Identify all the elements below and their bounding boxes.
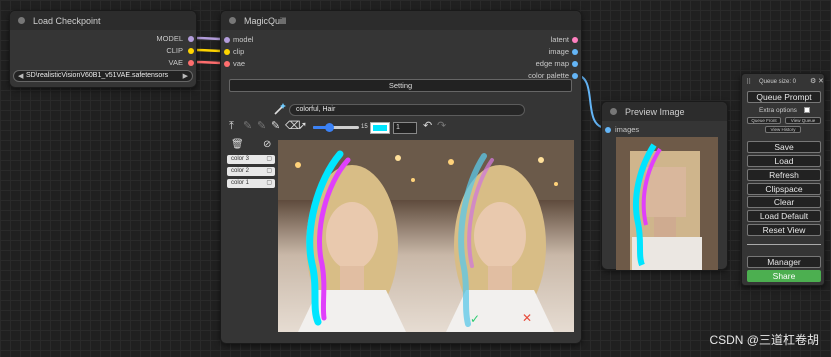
input-port-clip[interactable] [224, 49, 230, 55]
ckpt-name-combo[interactable]: ◀ SD\realisticVisionV60B1_v51VAE.safeten… [13, 70, 193, 82]
result-canvas: ✓ ✕ [426, 140, 574, 332]
node-title-bar[interactable]: MagicQuill [221, 11, 581, 30]
preview-image-art [616, 137, 718, 270]
magic-wand-icon[interactable] [273, 102, 287, 118]
input-label-images: images [615, 125, 640, 134]
undo-icon[interactable]: ↶ [423, 120, 432, 132]
collapse-dot-icon[interactable] [610, 108, 617, 115]
drag-handle-icon[interactable]: ⠿ [746, 78, 751, 86]
divider [747, 244, 821, 245]
output-label-image: image [548, 47, 569, 56]
close-icon[interactable]: ✕ [818, 77, 824, 85]
output-port-edge-map[interactable] [572, 61, 578, 67]
layer-delete-icon[interactable]: ▢ [266, 179, 272, 188]
layer-label: color 1 [231, 180, 250, 186]
layer-label: color 3 [231, 156, 250, 162]
slider-thumb[interactable] [325, 123, 334, 132]
share-button[interactable]: Share [747, 270, 821, 282]
watermark: CSDN @三道杠卷胡 [709, 333, 819, 347]
swatch-fill [373, 125, 387, 131]
output-port-latent[interactable] [572, 37, 578, 43]
output-port-model[interactable] [188, 36, 194, 42]
extra-options-label: Extra options [759, 107, 797, 114]
brush-size-value: 15 [361, 124, 368, 130]
layer-delete-icon[interactable]: ▢ [266, 155, 272, 164]
settings-gear-icon[interactable]: ⚙ [810, 77, 816, 85]
save-button[interactable]: Save [747, 141, 821, 153]
collapse-dot-icon[interactable] [18, 17, 25, 24]
accept-check-icon[interactable]: ✓ [470, 312, 480, 326]
layer-label: color 2 [231, 168, 250, 174]
input-label-model: model [233, 35, 254, 44]
upload-icon[interactable]: ⤒ [229, 120, 234, 132]
visibility-toggle-icon[interactable]: ⊘ [263, 139, 271, 151]
output-label-edge-map: edge map [535, 59, 569, 68]
setting-button[interactable]: Setting [229, 79, 572, 92]
layer-item[interactable]: color 3 ▢ [227, 155, 275, 164]
output-label-model: MODEL [156, 34, 183, 43]
edit-canvas-art [278, 140, 426, 332]
preview-image-node[interactable]: Preview Image images [601, 101, 728, 270]
magicquill-node[interactable]: MagicQuill model clip vae latent image e… [220, 10, 582, 344]
collapse-dot-icon[interactable] [229, 17, 236, 24]
load-default-button[interactable]: Load Default [747, 210, 821, 222]
view-history-button[interactable]: View History [765, 126, 801, 133]
input-label-clip: clip [233, 47, 245, 56]
output-label-vae: VAE [168, 58, 183, 67]
output-port-clip[interactable] [188, 48, 194, 54]
load-checkpoint-node[interactable]: Load Checkpoint MODEL CLIP VAE ◀ SD\real… [9, 10, 197, 88]
reject-x-icon[interactable]: ✕ [522, 311, 532, 325]
input-label-vae: vae [233, 59, 246, 68]
combo-right-arrow-icon[interactable]: ▶ [183, 72, 188, 80]
queue-prompt-button[interactable]: Queue Prompt [747, 91, 821, 103]
redo-icon[interactable]: ↷ [437, 120, 446, 132]
manager-button[interactable]: Manager [747, 256, 821, 268]
brush-color-swatch[interactable] [370, 122, 390, 134]
node-title-bar[interactable]: Load Checkpoint [10, 11, 196, 30]
input-port-images[interactable] [605, 127, 611, 133]
output-port-vae[interactable] [188, 60, 194, 66]
input-port-model[interactable] [224, 37, 230, 43]
edit-canvas[interactable] [278, 140, 426, 332]
layer-delete-icon[interactable]: ▢ [266, 167, 272, 176]
output-label-clip: CLIP [166, 46, 183, 55]
reset-view-button[interactable]: Reset View [747, 224, 821, 236]
subtract-brush-icon[interactable]: ✎ [257, 120, 266, 132]
layer-item[interactable]: color 2 ▢ [227, 167, 275, 176]
alpha-input[interactable]: 1 [393, 122, 417, 134]
color-brush-icon[interactable]: ✎ [271, 120, 280, 132]
pointer-icon[interactable]: ➚ [298, 120, 307, 132]
output-label-latent: latent [550, 35, 569, 44]
refresh-button[interactable]: Refresh [747, 169, 821, 181]
output-port-image[interactable] [572, 49, 578, 55]
input-port-vae[interactable] [224, 61, 230, 67]
node-title-bar[interactable]: Preview Image [602, 102, 727, 121]
clipspace-button[interactable]: Clipspace [747, 183, 821, 195]
node-title: Load Checkpoint [33, 15, 101, 26]
queue-panel[interactable]: ⠿ Queue size: 0 ⚙ ✕ Queue Prompt Extra o… [741, 73, 825, 286]
prompt-input[interactable]: colorful, Hair [289, 104, 525, 116]
node-title: MagicQuill [244, 15, 287, 26]
layer-item[interactable]: color 1 ▢ [227, 179, 275, 188]
output-port-color-palette[interactable] [572, 73, 578, 79]
alpha-value: 1 [396, 124, 400, 131]
load-button[interactable]: Load [747, 155, 821, 167]
queue-size-label: Queue size: 0 [759, 79, 797, 85]
clear-button[interactable]: Clear [747, 196, 821, 208]
queue-front-button[interactable]: Queue Front [747, 117, 781, 124]
result-canvas-art [426, 140, 574, 332]
brush-size-slider[interactable] [313, 123, 359, 132]
extra-options-checkbox[interactable] [804, 107, 810, 113]
combo-left-arrow-icon[interactable]: ◀ [18, 72, 23, 80]
ckpt-name-value: SD\realisticVisionV60B1_v51VAE.safetenso… [26, 72, 169, 79]
trash-icon[interactable]: 🗑 [231, 139, 244, 151]
preview-image [616, 137, 718, 270]
add-brush-icon[interactable]: ✎ [243, 120, 252, 132]
node-title: Preview Image [625, 106, 685, 117]
view-queue-button[interactable]: View Queue [785, 117, 821, 124]
